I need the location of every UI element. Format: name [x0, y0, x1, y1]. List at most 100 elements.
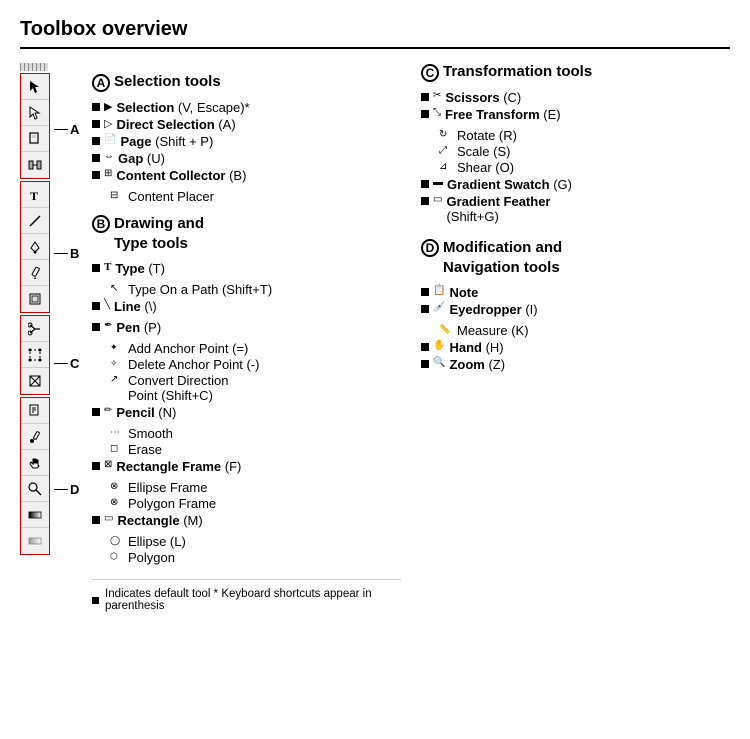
pencil-tool-item: ✏ Pencil (N): [92, 405, 401, 420]
polygon-item: Polygon: [110, 550, 401, 565]
footnote-text: Indicates default tool * Keyboard shortc…: [105, 588, 401, 612]
measure-icon: [439, 324, 453, 338]
pencil-tool-list: ✏ Pencil (N): [92, 405, 401, 420]
toolbox-sidebar: T: [20, 63, 82, 612]
shear-item: Shear (O): [439, 160, 730, 175]
line-icon-small: ╲: [104, 299, 110, 310]
erase-icon: [110, 443, 124, 457]
hand-icon-sidebar[interactable]: [21, 450, 49, 476]
bullet: [92, 323, 100, 331]
add-anchor-icon: [110, 342, 124, 356]
ellipse-icon: [110, 535, 124, 549]
convert-icon: [110, 374, 124, 388]
tool-group-d: [20, 397, 50, 555]
gradient-swatch-item: ▬ Gradient Swatch (G): [421, 177, 730, 192]
type-icon-small: T: [104, 261, 111, 273]
main-layout: T: [20, 63, 730, 612]
bullet: [421, 180, 429, 188]
rect-frame-tool-item: ⊠ Rectangle Frame (F): [92, 459, 401, 474]
bullet: [421, 110, 429, 118]
rect-icon-small: ▭: [104, 513, 113, 524]
page-tool-icon[interactable]: [21, 126, 49, 152]
gradient-swatch-icon-small: ▬: [433, 177, 443, 188]
scissors-tool-item: ✂ Scissors (C): [421, 90, 730, 105]
content-placer-item: ⊟ Content Placer: [110, 189, 401, 204]
transformation-section-title: C Transformation tools: [421, 63, 730, 82]
gradient-feather-sidebar-icon[interactable]: [21, 528, 49, 554]
drawing-section-title: B Drawing andType tools: [92, 214, 401, 253]
rect-sublist: Ellipse (L) Polygon: [92, 534, 401, 565]
scale-item: Scale (S): [439, 144, 730, 159]
page-icon-small: 📄: [104, 134, 116, 145]
gradient-swatch-sidebar-icon[interactable]: [21, 502, 49, 528]
selection-tool-icon-small: ▶: [104, 100, 112, 113]
frame-tool-list: ⊠ Rectangle Frame (F): [92, 459, 401, 474]
rectangle-frame-sidebar-icon[interactable]: [21, 368, 49, 394]
tool-group-c: [20, 315, 50, 395]
tool-column: T: [20, 63, 50, 557]
selection-tool-item: ▶ Selection (V, Escape)*: [92, 100, 401, 115]
note-icon-small: 📋: [433, 285, 445, 296]
gap-tool-item: ⇔ Gap (U): [92, 151, 401, 166]
drawing-tools-list: T Type (T): [92, 261, 401, 276]
rect-tool-list: ▭ Rectangle (M): [92, 513, 401, 528]
measure-item: Measure (K): [439, 323, 730, 338]
free-transform-icon-small: ⤡: [433, 107, 441, 118]
hand-tool-item: ✋ Hand (H): [421, 340, 730, 355]
free-transform-tool-item: ⤡ Free Transform (E): [421, 107, 730, 122]
svg-text:T: T: [30, 189, 38, 202]
eyedropper-tool-item: 💉 Eyedropper (I): [421, 302, 730, 317]
gradient-feather-item: ▭ Gradient Feather(Shift+G): [421, 194, 730, 224]
eyedropper-icon-sidebar[interactable]: [21, 424, 49, 450]
bullet: [421, 360, 429, 368]
zoom-icon-sidebar[interactable]: [21, 476, 49, 502]
type-tool-item: T Type (T): [92, 261, 401, 276]
footnote-bullet: [92, 597, 99, 604]
bullet: [92, 264, 100, 272]
group-c-label: C: [70, 356, 79, 371]
eyedropper-sublist: Measure (K): [421, 323, 730, 338]
pen-tool-item: ✒ Pen (P): [92, 320, 401, 335]
direct-selection-tool-icon[interactable]: [21, 100, 49, 126]
scissors-icon[interactable]: [21, 316, 49, 342]
pen-tool-list: ✒ Pen (P): [92, 320, 401, 335]
pencil-sublist: Smooth Erase: [92, 426, 401, 457]
gap-tool-icon[interactable]: [21, 152, 49, 178]
smooth-item: Smooth: [110, 426, 401, 441]
shear-icon: [439, 161, 453, 175]
scale-icon: [439, 145, 453, 159]
modification-title-text: Modification andNavigation tools: [443, 238, 562, 277]
bullet: [92, 462, 100, 470]
content-placer-sublist: ⊟ Content Placer: [92, 189, 401, 204]
transformation-tools-list: ✂ Scissors (C) ⤡ Free Transform (E): [421, 90, 730, 122]
polygon-frame-icon: [110, 497, 124, 511]
bullet: [421, 197, 429, 205]
frame-sublist: Ellipse Frame Polygon Frame: [92, 480, 401, 511]
page-title: Toolbox overview: [20, 18, 730, 49]
type-on-path-sublist: Type On a Path (Shift+T): [92, 282, 401, 297]
type-on-path-icon: [110, 283, 124, 297]
bullet: [421, 305, 429, 313]
pen-tool-icon[interactable]: [21, 234, 49, 260]
type-on-path-item: Type On a Path (Shift+T): [110, 282, 401, 297]
page-container: Toolbox overview: [0, 0, 750, 630]
bullet: [92, 302, 100, 310]
footnote: Indicates default tool * Keyboard shortc…: [92, 579, 401, 612]
eyedropper-icon-small: 💉: [433, 302, 445, 313]
free-transform-icon[interactable]: [21, 342, 49, 368]
content-collector-item: ⊞ Content Collector (B): [92, 168, 401, 183]
tool-group-b: T: [20, 181, 50, 313]
line-tool-icon[interactable]: [21, 208, 49, 234]
selection-section-title: A Selection tools: [92, 73, 401, 92]
selection-tool-icon[interactable]: [21, 74, 49, 100]
del-anchor-icon: [110, 358, 124, 372]
line-tool-list: ╲ Line (\): [92, 299, 401, 314]
note-icon-sidebar[interactable]: [21, 398, 49, 424]
group-a-label: A: [70, 122, 79, 137]
left-column: A Selection tools ▶ Selection (V, Escape…: [92, 63, 421, 612]
drawing-title-text: Drawing andType tools: [114, 214, 204, 253]
modification-section-title: D Modification andNavigation tools: [421, 238, 730, 277]
pencil-tool-icon[interactable]: [21, 260, 49, 286]
type-tool-icon[interactable]: T: [21, 182, 49, 208]
content-collector-icon[interactable]: [21, 286, 49, 312]
